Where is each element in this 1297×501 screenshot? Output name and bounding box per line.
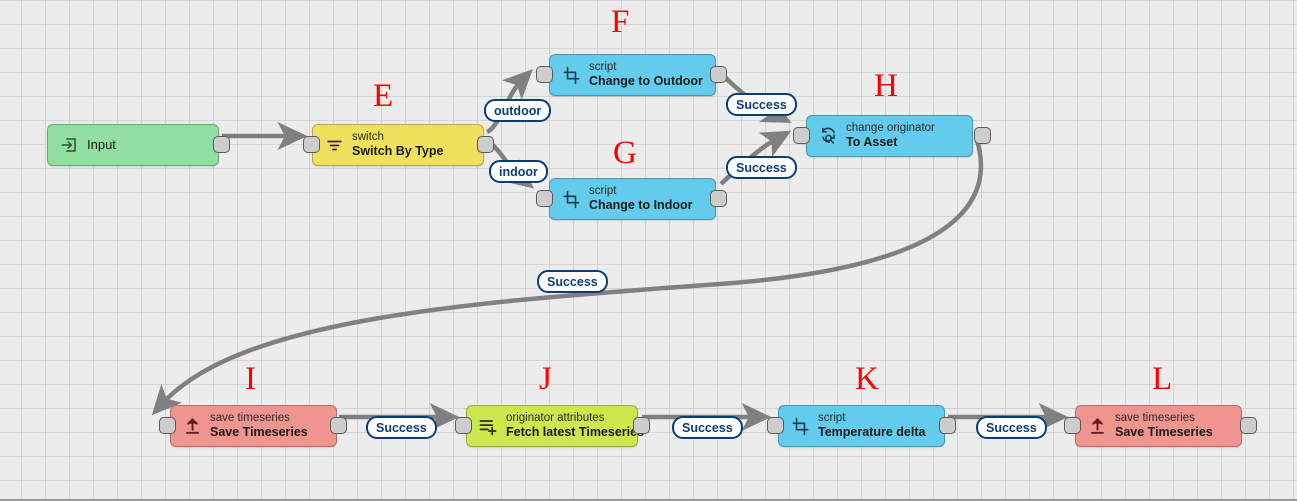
edge-label-outdoor[interactable]: outdoor (484, 99, 552, 122)
port-change-to-indoor-in[interactable] (536, 190, 553, 207)
port-fetch-latest-timeseries-out[interactable] (633, 417, 650, 434)
node-change-originator[interactable]: change originator To Asset (806, 115, 973, 157)
attributes-add-icon (477, 415, 499, 437)
change-originator-icon (817, 125, 839, 147)
edge-label-success-fetch[interactable]: Success (672, 416, 743, 439)
node-save-timeseries-1-name: Save Timeseries (210, 425, 308, 440)
script-transform-icon (560, 64, 582, 86)
port-save-timeseries-1-in[interactable] (159, 417, 176, 434)
node-change-to-indoor-labels: script Change to Indoor (589, 185, 692, 213)
node-save-timeseries-1[interactable]: save timeseries Save Timeseries (170, 405, 337, 447)
port-change-to-indoor-out[interactable] (710, 190, 727, 207)
node-change-to-indoor[interactable]: script Change to Indoor (549, 178, 716, 220)
edge-label-success-indoor[interactable]: Success (726, 156, 797, 179)
node-switch-labels: switch Switch By Type (352, 131, 443, 159)
annotation-letter-l: L (1152, 361, 1173, 397)
node-save-timeseries-2[interactable]: save timeseries Save Timeseries (1075, 405, 1242, 447)
port-change-to-outdoor-in[interactable] (536, 66, 553, 83)
annotation-letter-j: J (539, 361, 552, 397)
rule-chain-canvas[interactable]: Input switch Switch By Type script Chang… (0, 0, 1297, 501)
annotation-letter-k: K (855, 361, 879, 397)
port-temperature-delta-in[interactable] (767, 417, 784, 434)
edge-label-success-delta[interactable]: Success (976, 416, 1047, 439)
port-save-timeseries-2-in[interactable] (1064, 417, 1081, 434)
node-temperature-delta[interactable]: script Temperature delta (778, 405, 945, 447)
annotation-letter-e: E (373, 78, 394, 114)
port-switch-out[interactable] (477, 136, 494, 153)
node-save-timeseries-1-type: save timeseries (210, 411, 290, 424)
node-change-originator-name: To Asset (846, 135, 898, 150)
port-switch-in[interactable] (303, 136, 320, 153)
annotation-letter-h: H (874, 68, 898, 104)
port-save-timeseries-1-out[interactable] (330, 417, 347, 434)
script-transform-icon (789, 415, 811, 437)
port-change-originator-in[interactable] (793, 127, 810, 144)
node-fetch-latest-timeseries-labels: originator attributes Fetch latest Times… (506, 412, 644, 440)
annotation-letter-f: F (611, 4, 630, 40)
upload-icon (181, 415, 203, 437)
node-change-to-outdoor[interactable]: script Change to Outdoor (549, 54, 716, 96)
node-input-labels: Input (87, 137, 116, 152)
upload-icon (1086, 415, 1108, 437)
node-change-originator-type: change originator (846, 121, 935, 134)
node-switch-name: Switch By Type (352, 144, 444, 159)
node-switch-type: switch (352, 130, 384, 143)
edge-label-success-originator[interactable]: Success (537, 270, 608, 293)
node-change-to-indoor-type: script (589, 184, 617, 197)
input-arrow-icon (58, 134, 80, 156)
node-change-to-outdoor-labels: script Change to Outdoor (589, 61, 703, 89)
node-fetch-latest-timeseries-name: Fetch latest Timeseries (506, 425, 645, 440)
node-save-timeseries-2-type: save timeseries (1115, 411, 1195, 424)
port-change-originator-out[interactable] (974, 127, 991, 144)
node-save-timeseries-1-labels: save timeseries Save Timeseries (210, 412, 308, 440)
annotation-letter-g: G (613, 135, 637, 171)
node-input[interactable]: Input (47, 124, 219, 166)
node-temperature-delta-type: script (818, 411, 846, 424)
node-fetch-latest-timeseries-type: originator attributes (506, 411, 605, 424)
port-input-out[interactable] (213, 136, 230, 153)
port-fetch-latest-timeseries-in[interactable] (455, 417, 472, 434)
node-temperature-delta-name: Temperature delta (818, 425, 926, 440)
edge-label-success-outdoor[interactable]: Success (726, 93, 797, 116)
node-fetch-latest-timeseries[interactable]: originator attributes Fetch latest Times… (466, 405, 644, 447)
node-save-timeseries-2-name: Save Timeseries (1115, 425, 1213, 440)
node-save-timeseries-2-labels: save timeseries Save Timeseries (1115, 412, 1213, 440)
edge-label-indoor[interactable]: indoor (489, 160, 548, 183)
port-temperature-delta-out[interactable] (939, 417, 956, 434)
script-transform-icon (560, 188, 582, 210)
node-change-to-outdoor-name: Change to Outdoor (589, 74, 703, 89)
node-input-name: Input (87, 137, 116, 153)
node-switch[interactable]: switch Switch By Type (312, 124, 484, 166)
filter-lines-icon (323, 134, 345, 156)
port-save-timeseries-2-out[interactable] (1240, 417, 1257, 434)
node-change-to-indoor-name: Change to Indoor (589, 198, 693, 213)
node-change-to-outdoor-type: script (589, 60, 617, 73)
annotation-letter-i: I (245, 361, 256, 397)
port-change-to-outdoor-out[interactable] (710, 66, 727, 83)
edge-label-success-save1[interactable]: Success (366, 416, 437, 439)
node-change-originator-labels: change originator To Asset (846, 122, 935, 150)
node-temperature-delta-labels: script Temperature delta (818, 412, 925, 440)
